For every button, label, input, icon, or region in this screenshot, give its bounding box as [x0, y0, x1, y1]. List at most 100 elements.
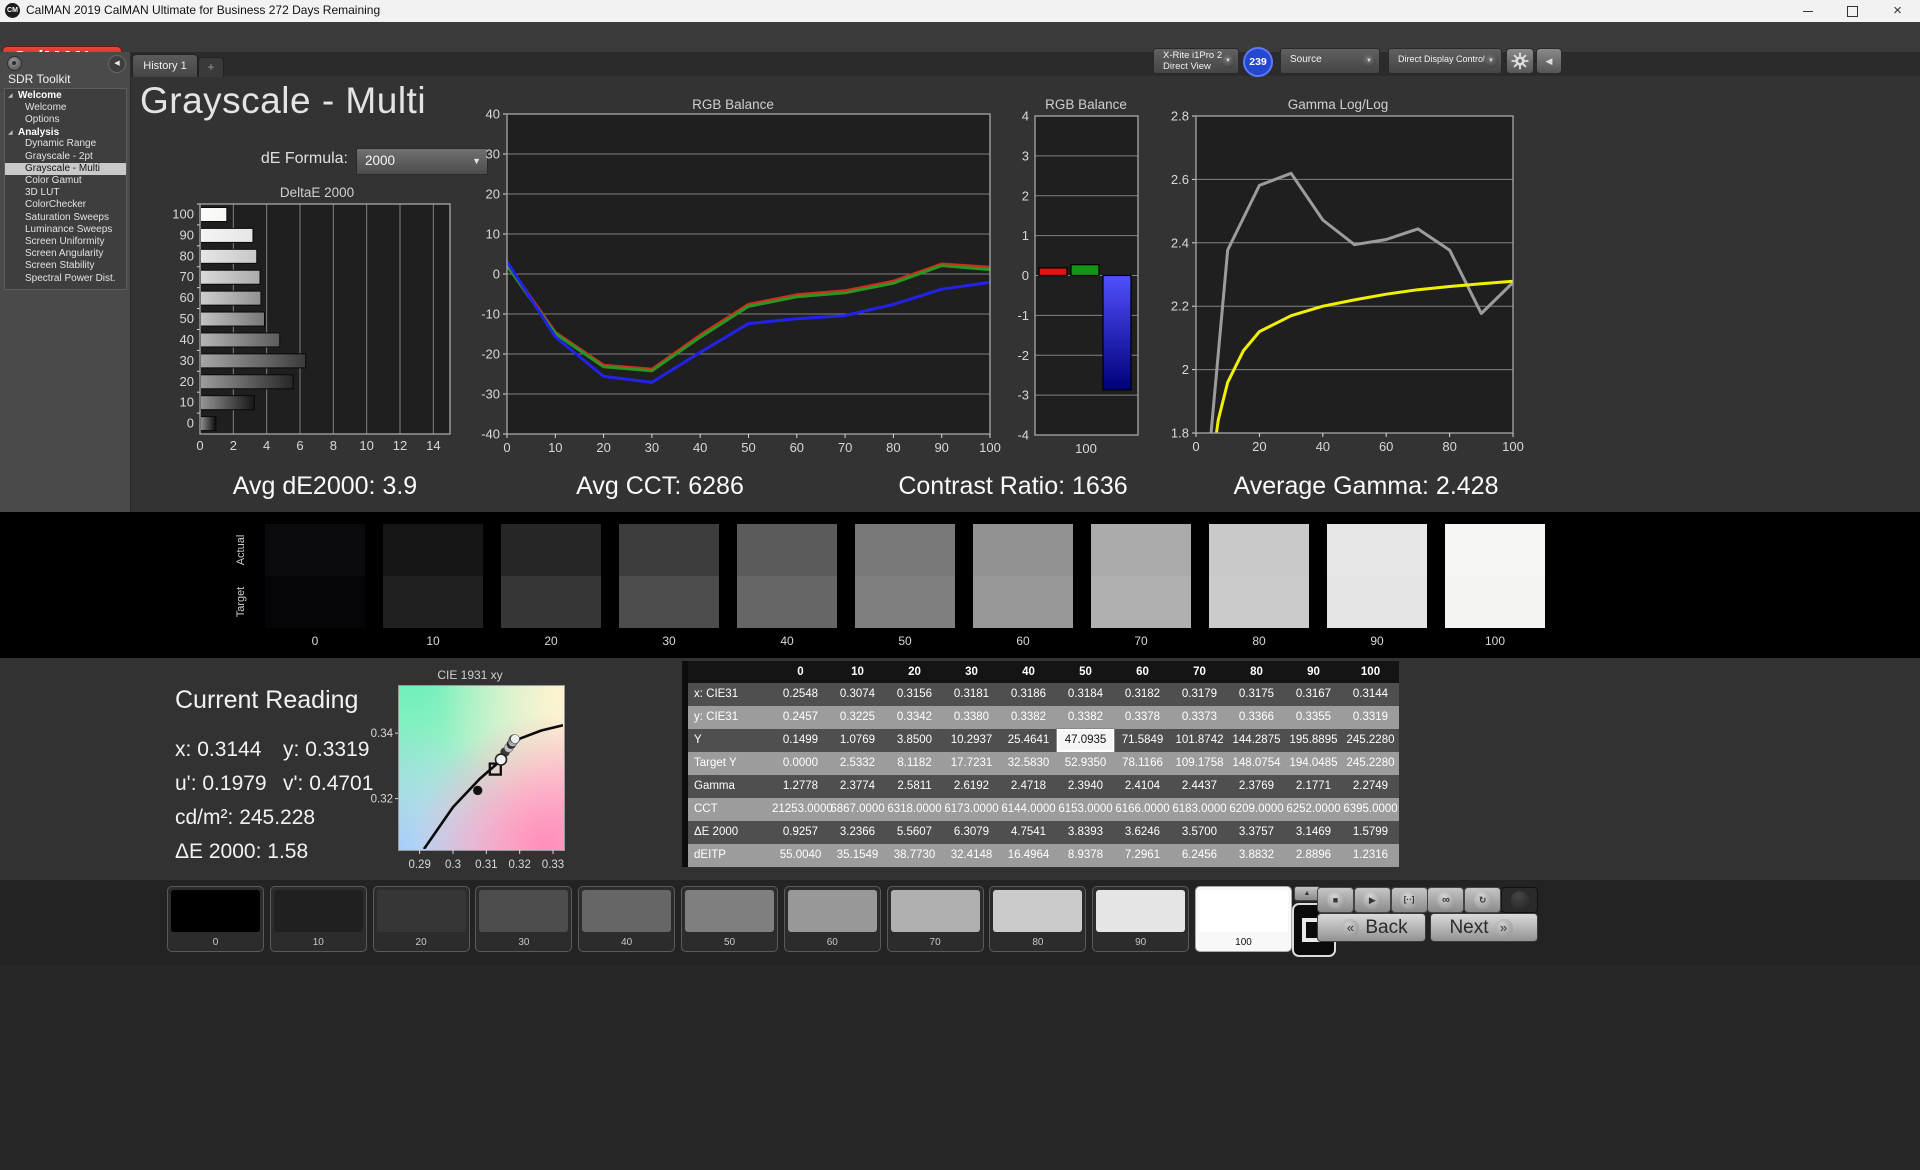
- maximize-button[interactable]: [1830, 0, 1875, 22]
- table-cell[interactable]: 3.2366: [829, 821, 886, 844]
- patch-button-50[interactable]: 50: [681, 886, 778, 952]
- table-cell[interactable]: 109.1758: [1171, 752, 1228, 775]
- table-cell[interactable]: 32.5830: [1000, 752, 1057, 775]
- table-cell[interactable]: 55.0040: [772, 844, 829, 867]
- sidebar-item-screen-stability[interactable]: Screen Stability: [5, 260, 126, 272]
- sidebar-radio-button[interactable]: [7, 56, 22, 71]
- table-cell[interactable]: 6144.0000: [1000, 798, 1057, 821]
- table-cell[interactable]: 35.1549: [829, 844, 886, 867]
- table-cell[interactable]: 3.8832: [1228, 844, 1285, 867]
- minimize-button[interactable]: [1785, 0, 1830, 22]
- table-cell[interactable]: 2.4718: [1000, 775, 1057, 798]
- table-cell[interactable]: 2.4104: [1114, 775, 1171, 798]
- source-dropdown[interactable]: Source ▼: [1280, 48, 1380, 74]
- stop-button[interactable]: ■: [1317, 887, 1354, 913]
- table-cell[interactable]: 2.3769: [1228, 775, 1285, 798]
- table-cell[interactable]: 6183.0000: [1171, 798, 1228, 821]
- table-cell[interactable]: 2.1771: [1285, 775, 1342, 798]
- meter-count-badge[interactable]: 239: [1243, 47, 1273, 77]
- table-cell[interactable]: 5.5607: [886, 821, 943, 844]
- sidebar-section-analysis[interactable]: ◢Analysis: [5, 126, 126, 139]
- table-cell[interactable]: 3.6246: [1114, 821, 1171, 844]
- table-cell[interactable]: 1.2778: [772, 775, 829, 798]
- sidebar-item-welcome[interactable]: Welcome: [5, 102, 126, 114]
- sidebar-section-welcome[interactable]: ◢Welcome: [5, 89, 126, 102]
- table-cell[interactable]: 6.2456: [1171, 844, 1228, 867]
- next-button[interactable]: Next»: [1430, 913, 1538, 942]
- table-cell[interactable]: 0.3380: [943, 706, 1000, 729]
- table-cell[interactable]: 6166.0000: [1114, 798, 1171, 821]
- display-control-dropdown[interactable]: Direct Display Control ▼: [1388, 48, 1502, 74]
- table-cell[interactable]: 2.4437: [1171, 775, 1228, 798]
- infinity-button[interactable]: ∞: [1427, 887, 1464, 913]
- sidebar-item-screen-uniformity[interactable]: Screen Uniformity: [5, 236, 126, 248]
- table-cell[interactable]: 0.3378: [1114, 706, 1171, 729]
- table-cell[interactable]: 0.3181: [943, 683, 1000, 706]
- play-button[interactable]: ▶: [1354, 887, 1391, 913]
- sidebar-item-3d-lut[interactable]: 3D LUT: [5, 187, 126, 199]
- table-cell[interactable]: 0.3074: [829, 683, 886, 706]
- chevron-down-icon[interactable]: ▼: [1221, 54, 1235, 68]
- meter-dropdown[interactable]: X-Rite i1Pro 2 Direct View ▼: [1153, 48, 1239, 74]
- table-cell[interactable]: 71.5849: [1114, 729, 1171, 752]
- table-cell[interactable]: 21253.0000: [772, 798, 829, 821]
- table-cell[interactable]: 6173.0000: [943, 798, 1000, 821]
- patch-button-10[interactable]: 10: [270, 886, 367, 952]
- sidebar-item-grayscale-multi[interactable]: Grayscale - Multi: [5, 163, 126, 175]
- sidebar-item-screen-angularity[interactable]: Screen Angularity: [5, 248, 126, 260]
- table-cell[interactable]: 0.3182: [1114, 683, 1171, 706]
- table-cell[interactable]: 0.3175: [1228, 683, 1285, 706]
- sidebar-item-dynamic-range[interactable]: Dynamic Range: [5, 138, 126, 150]
- table-cell[interactable]: 47.0935: [1057, 729, 1114, 752]
- sidebar-item-saturation-sweeps[interactable]: Saturation Sweeps: [5, 212, 126, 224]
- back-button[interactable]: «Back: [1317, 913, 1426, 942]
- patch-button-0[interactable]: 0: [167, 886, 264, 952]
- table-cell[interactable]: 25.4641: [1000, 729, 1057, 752]
- table-cell[interactable]: 0.3144: [1342, 683, 1399, 706]
- table-cell[interactable]: 0.2548: [772, 683, 829, 706]
- sidebar-item-spectral-power-dist-[interactable]: Spectral Power Dist.: [5, 273, 126, 285]
- table-cell[interactable]: 38.7730: [886, 844, 943, 867]
- table-cell[interactable]: 8.9378: [1057, 844, 1114, 867]
- toolbar-collapse-button[interactable]: ◀: [1536, 48, 1562, 74]
- patch-button-40[interactable]: 40: [578, 886, 675, 952]
- table-cell[interactable]: 4.7541: [1000, 821, 1057, 844]
- sidebar-item-luminance-sweeps[interactable]: Luminance Sweeps: [5, 224, 126, 236]
- sidebar-item-color-gamut[interactable]: Color Gamut: [5, 175, 126, 187]
- table-cell[interactable]: 245.2280: [1342, 729, 1399, 752]
- patch-button-70[interactable]: 70: [887, 886, 984, 952]
- table-cell[interactable]: 195.8895: [1285, 729, 1342, 752]
- tab-history-1[interactable]: History 1: [132, 54, 198, 77]
- table-cell[interactable]: 0.3319: [1342, 706, 1399, 729]
- table-cell[interactable]: 2.5332: [829, 752, 886, 775]
- record-button[interactable]: [1501, 887, 1538, 913]
- table-cell[interactable]: 0.3366: [1228, 706, 1285, 729]
- table-cell[interactable]: 2.6192: [943, 775, 1000, 798]
- table-cell[interactable]: 0.3382: [1000, 706, 1057, 729]
- table-cell[interactable]: 1.5799: [1342, 821, 1399, 844]
- sidebar-item-grayscale-2pt[interactable]: Grayscale - 2pt: [5, 151, 126, 163]
- table-cell[interactable]: 144.2875: [1228, 729, 1285, 752]
- refresh-button[interactable]: ↻: [1464, 887, 1501, 913]
- patch-button-20[interactable]: 20: [373, 886, 470, 952]
- table-cell[interactable]: 6153.0000: [1057, 798, 1114, 821]
- table-cell[interactable]: 0.3186: [1000, 683, 1057, 706]
- patch-button-80[interactable]: 80: [989, 886, 1086, 952]
- table-cell[interactable]: 6867.0000: [829, 798, 886, 821]
- table-cell[interactable]: 0.3156: [886, 683, 943, 706]
- table-cell[interactable]: 101.8742: [1171, 729, 1228, 752]
- chevron-down-icon[interactable]: ▼: [1362, 54, 1376, 68]
- table-cell[interactable]: 6.3079: [943, 821, 1000, 844]
- table-cell[interactable]: 52.9350: [1057, 752, 1114, 775]
- patch-button-60[interactable]: 60: [784, 886, 881, 952]
- table-cell[interactable]: 2.2749: [1342, 775, 1399, 798]
- table-cell[interactable]: 0.0000: [772, 752, 829, 775]
- patch-button-100[interactable]: 100: [1195, 886, 1292, 952]
- sidebar-item-colorchecker[interactable]: ColorChecker: [5, 199, 126, 211]
- table-cell[interactable]: 0.3373: [1171, 706, 1228, 729]
- table-cell[interactable]: 194.0485: [1285, 752, 1342, 775]
- settings-button[interactable]: [1506, 48, 1534, 74]
- table-cell[interactable]: 6209.0000: [1228, 798, 1285, 821]
- table-cell[interactable]: 32.4148: [943, 844, 1000, 867]
- chevron-down-icon[interactable]: ▼: [1484, 54, 1498, 68]
